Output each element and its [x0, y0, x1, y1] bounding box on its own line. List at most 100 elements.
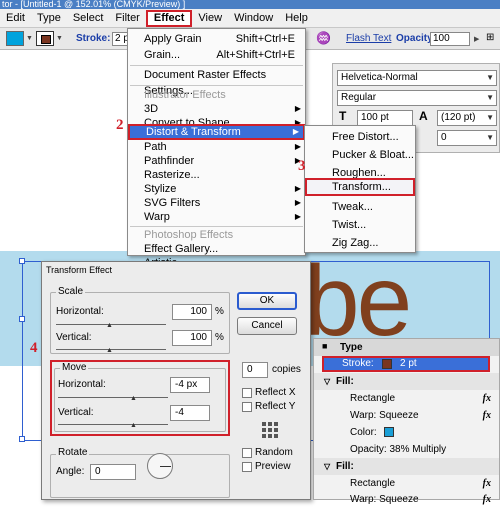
- menu-help[interactable]: Help: [279, 10, 314, 27]
- step-number-2: 2: [116, 117, 124, 133]
- appearance-opacity-row[interactable]: Opacity: 38% Multiply: [314, 441, 499, 458]
- tracking-value: 0: [441, 132, 447, 143]
- menu-divider: [130, 85, 303, 86]
- appearance-fill-row[interactable]: ▽ Fill:: [314, 373, 499, 390]
- stroke-swatch[interactable]: [382, 359, 392, 369]
- menu-document-raster-settings[interactable]: Document Raster Effects Settings...: [128, 67, 305, 97]
- fill-swatch[interactable]: [6, 31, 24, 46]
- menu-item-label: 3D: [144, 103, 159, 115]
- chevron-down-icon[interactable]: ▼: [56, 35, 63, 42]
- reflect-y-label: Reflect Y: [255, 401, 296, 412]
- rectangle-label: Rectangle: [350, 478, 396, 489]
- font-style-select[interactable]: Regular ▼: [337, 90, 497, 106]
- scale-group-label: Scale: [56, 286, 86, 297]
- move-vertical-field[interactable]: -4: [170, 405, 210, 421]
- opacity-field[interactable]: 100: [430, 32, 470, 46]
- menu-select[interactable]: Select: [67, 10, 110, 27]
- fx-icon[interactable]: fx: [483, 475, 491, 492]
- menu-edit[interactable]: Edit: [0, 10, 31, 27]
- appearance-color-row[interactable]: Color:: [314, 424, 499, 441]
- move-group-label: Move: [60, 362, 89, 373]
- disclosure-triangle-icon[interactable]: ▽: [324, 458, 330, 475]
- resize-handle[interactable]: [19, 316, 25, 322]
- preview-checkbox[interactable]: [242, 462, 252, 472]
- step-number-4: 4: [30, 340, 38, 356]
- move-horizontal-slider[interactable]: [58, 397, 168, 398]
- menu-warp[interactable]: Warp ▶: [128, 209, 305, 225]
- menu-item-label: Apply Grain: [144, 33, 202, 45]
- resize-handle[interactable]: [19, 258, 25, 264]
- slider-thumb-icon[interactable]: ▲: [106, 347, 113, 354]
- menu-window[interactable]: Window: [228, 10, 279, 27]
- appearance-fill2-row[interactable]: ▽ Fill:: [314, 458, 499, 475]
- slider-thumb-icon[interactable]: ▲: [130, 395, 137, 402]
- menu-item-label: SVG Filters: [144, 197, 201, 209]
- cancel-button[interactable]: Cancel: [237, 317, 297, 335]
- reflect-x-checkbox[interactable]: [242, 388, 252, 398]
- flash-text-link[interactable]: Flash Text: [346, 33, 391, 44]
- appearance-panel: Type ■ Stroke: 2 pt ▽ Fill: Rectangle fx…: [313, 338, 500, 505]
- font-size-value: 100 pt: [361, 112, 389, 123]
- leading-field[interactable]: (120 pt) ▼: [437, 110, 497, 126]
- chevron-right-icon[interactable]: ▶: [474, 35, 479, 43]
- slider-thumb-icon[interactable]: ▲: [130, 422, 137, 429]
- menu-filter[interactable]: Filter: [109, 10, 145, 27]
- menu-type[interactable]: Type: [31, 10, 67, 27]
- scale-horizontal-field[interactable]: 100: [172, 304, 212, 320]
- menu-tweak[interactable]: Tweak...: [305, 198, 415, 216]
- random-checkbox[interactable]: [242, 448, 252, 458]
- appearance-type-row[interactable]: Type: [314, 339, 499, 356]
- angle-dial[interactable]: [147, 453, 173, 479]
- stroke-label: Stroke:: [342, 358, 374, 369]
- percent-label: %: [215, 306, 224, 317]
- chevron-down-icon: ▼: [486, 133, 494, 142]
- stroke-label[interactable]: Stroke:: [76, 33, 110, 44]
- font-family-select[interactable]: Helvetica-Normal ▼: [337, 70, 497, 86]
- disclosure-triangle-icon[interactable]: ▽: [324, 373, 330, 390]
- menu-twist[interactable]: Twist...: [305, 216, 415, 234]
- appearance-stroke-row[interactable]: Stroke: 2 pt: [322, 356, 490, 372]
- scale-vertical-field[interactable]: 100: [172, 330, 212, 346]
- tracking-field[interactable]: 0 ▼: [437, 130, 497, 146]
- menu-distort-transform[interactable]: Distort & Transform ▶: [128, 124, 305, 140]
- appearance-warp-row[interactable]: Warp: Squeeze fx: [314, 407, 499, 424]
- reflect-y-checkbox[interactable]: [242, 402, 252, 412]
- menu-apply-last-effect[interactable]: Apply Grain Shift+Ctrl+E: [128, 31, 305, 47]
- menu-free-distort[interactable]: Free Distort...: [305, 128, 415, 146]
- chevron-down-icon: ▼: [486, 93, 494, 102]
- fill-color-swatch[interactable]: [384, 427, 394, 437]
- menu-zig-zag[interactable]: Zig Zag...: [305, 234, 415, 252]
- angle-field[interactable]: 0: [90, 464, 136, 480]
- align-icon[interactable]: ⊞: [486, 32, 494, 43]
- ok-button[interactable]: OK: [237, 292, 297, 310]
- move-horizontal-field[interactable]: -4 px: [170, 377, 210, 393]
- menu-effect[interactable]: Effect: [145, 9, 193, 27]
- resize-handle[interactable]: [19, 436, 25, 442]
- copies-field[interactable]: 0: [242, 362, 268, 378]
- font-size-field[interactable]: 100 pt: [357, 110, 413, 126]
- random-label: Random: [255, 447, 293, 458]
- reference-point-icon[interactable]: [262, 422, 278, 438]
- appearance-rectangle-row[interactable]: Rectangle fx: [314, 390, 499, 407]
- warp-label: Warp: Squeeze: [350, 410, 419, 421]
- scale-horizontal-label: Horizontal:: [56, 306, 104, 317]
- menu-view[interactable]: View: [192, 10, 228, 27]
- canvas-text[interactable]: be: [304, 251, 412, 351]
- appearance-rectangle2-row[interactable]: Rectangle fx: [314, 475, 499, 492]
- brush-icon[interactable]: ♒: [316, 31, 331, 45]
- chevron-down-icon[interactable]: ▼: [26, 35, 33, 42]
- stroke-swatch[interactable]: [36, 31, 54, 46]
- window-title-bar: tor - [Untitled-1 @ 152.01% (CMYK/Previe…: [0, 0, 500, 9]
- menu-pucker-bloat[interactable]: Pucker & Bloat...: [305, 146, 415, 164]
- move-vertical-slider[interactable]: [58, 424, 168, 425]
- color-label: Color:: [350, 427, 377, 438]
- menu-last-effect[interactable]: Grain... Alt+Shift+Ctrl+E: [128, 47, 305, 63]
- fx-icon[interactable]: fx: [483, 407, 491, 424]
- menu-transform[interactable]: Transform...: [305, 178, 415, 196]
- menu-artistic[interactable]: Artistic: [128, 255, 305, 269]
- slider-thumb-icon[interactable]: ▲: [106, 322, 113, 329]
- fill-label: Fill:: [336, 376, 354, 387]
- transform-effect-dialog: Transform Effect Scale Horizontal: 100 %…: [41, 261, 311, 500]
- fx-icon[interactable]: fx: [483, 390, 491, 407]
- window-title: tor - [Untitled-1 @ 152.01% (CMYK/Previe…: [2, 0, 186, 9]
